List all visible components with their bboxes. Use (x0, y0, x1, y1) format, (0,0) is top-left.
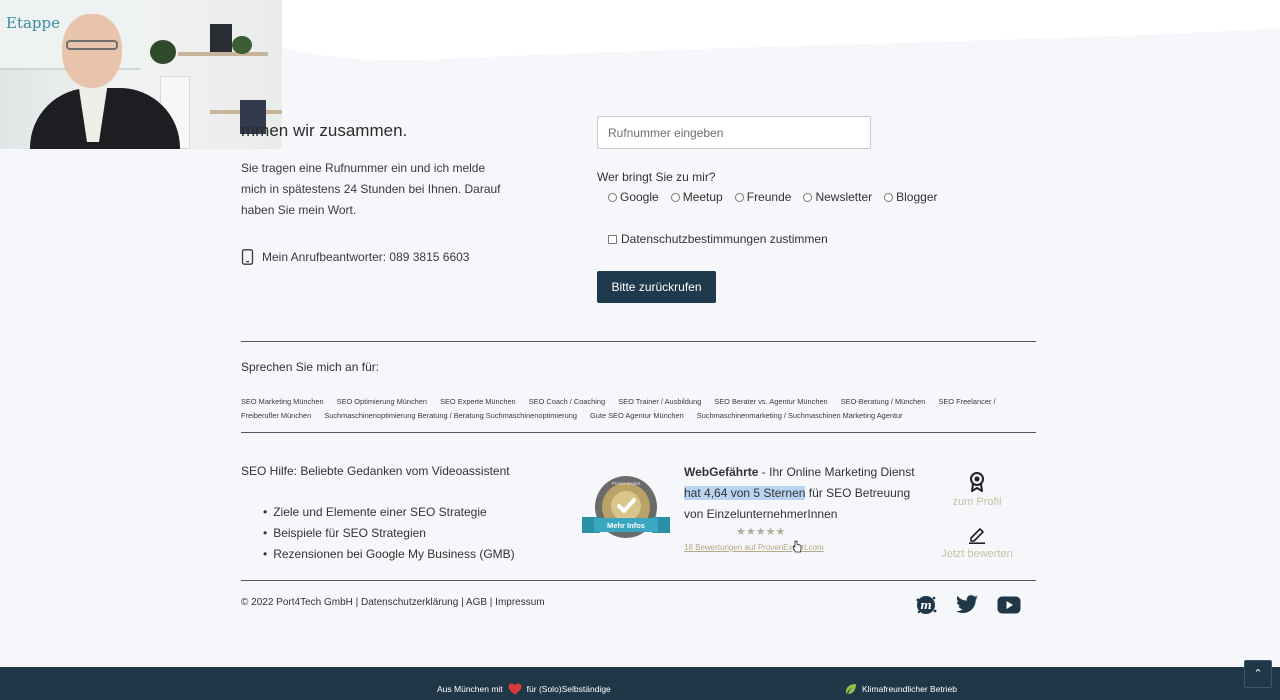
seo-help-link[interactable]: Beispiele für SEO Strategien (263, 523, 515, 544)
hand-cursor-icon (792, 540, 802, 553)
meetup-icon[interactable]: m (915, 594, 937, 616)
radio-newsletter[interactable]: Newsletter (803, 190, 872, 204)
privacy-consent[interactable]: Datenschutzbestimmungen zustimmen (608, 232, 828, 246)
section-divider (241, 341, 1036, 342)
rate-link[interactable]: Jetzt bewerten (934, 526, 1020, 560)
radio-blogger[interactable]: Blogger (884, 190, 938, 204)
contact-heading: mmen wir zusammen. (241, 121, 408, 140)
radio-button[interactable] (734, 192, 744, 202)
section-divider (241, 580, 1036, 581)
scroll-to-top-button[interactable]: ⌃ (1244, 660, 1272, 688)
services-heading: Sprechen Sie mich an für: (241, 360, 380, 374)
radio-google[interactable]: Google (608, 190, 659, 204)
service-tag-link[interactable]: SEO Marketing München (241, 397, 324, 406)
answering-machine-line: Mein Anrufbeantworter: 089 3815 6603 (241, 249, 469, 265)
social-links: m (915, 594, 1021, 616)
answering-machine-text: Mein Anrufbeantworter: 089 3815 6603 (262, 250, 470, 264)
rate-link-label: Jetzt bewerten (941, 548, 1013, 560)
service-tag-link[interactable]: SEO Experte München (440, 397, 516, 406)
reviews-link[interactable]: 18 Bewertungen auf ProvenExpert.com (684, 543, 824, 552)
review-summary: WebGefährte - Ihr Online Marketing Diens… (684, 465, 915, 521)
radio-button[interactable] (803, 192, 813, 202)
profile-link[interactable]: zum Profil (940, 472, 1014, 508)
rating-stars: ★★★★★ (736, 526, 786, 538)
rating-highlight: hat 4,64 von 5 Sternen (684, 486, 806, 500)
service-tag-link[interactable]: Gute SEO Agentur München (590, 411, 684, 420)
brand-name: WebGefährte (684, 465, 759, 479)
svg-text:m: m (920, 599, 932, 612)
heart-icon (508, 683, 522, 695)
service-tag-link[interactable]: Suchmaschinenoptimierung Beratung / Bera… (324, 411, 577, 420)
service-tag-link[interactable]: SEO Optimierung München (337, 397, 427, 406)
pencil-icon (969, 528, 985, 544)
radio-button[interactable] (884, 192, 894, 202)
smartphone-icon (241, 249, 254, 265)
section-divider (241, 432, 1036, 433)
service-tag-link[interactable]: SEO Coach / Coaching (529, 397, 605, 406)
privacy-checkbox[interactable] (608, 234, 617, 244)
radio-freunde[interactable]: Freunde (734, 190, 791, 204)
twitter-icon[interactable] (955, 595, 979, 615)
privacy-label: Datenschutzbestimmungen zustimmen (621, 232, 828, 246)
webcam-video-overlay[interactable]: Etappe (0, 0, 282, 149)
profile-link-label: zum Profil (952, 496, 1002, 508)
contact-description: Sie tragen eine Rufnummer ein und ich me… (241, 161, 501, 217)
footer-made-in-munich: Aus München mit für (Solo)Selbständige (437, 683, 611, 695)
service-tag-link[interactable]: SEO Trainer / Ausbildung (618, 397, 701, 406)
footer-bar (0, 667, 1280, 700)
badge-ring-text: Proven Expert (612, 481, 641, 486)
seo-help-list: Ziele und Elemente einer SEO Strategie B… (263, 502, 515, 565)
radio-meetup[interactable]: Meetup (670, 190, 723, 204)
youtube-icon[interactable] (997, 596, 1021, 614)
radio-button[interactable] (670, 192, 680, 202)
provenexpert-badge[interactable]: Mehr Infos Proven Expert (580, 475, 672, 539)
callback-submit-button[interactable]: Bitte zurückrufen (597, 271, 716, 303)
phone-number-input[interactable] (597, 116, 871, 149)
referral-source-radio-group: Google Meetup Freunde Newsletter Blogger (608, 190, 938, 204)
referral-source-label: Wer bringt Sie zu mir? (597, 170, 716, 184)
seo-help-link[interactable]: Ziele und Elemente einer SEO Strategie (263, 502, 515, 523)
service-tag-link[interactable]: SEO Berater vs. Agentur München (714, 397, 827, 406)
badge-label: Mehr Infos (607, 521, 645, 530)
footer-climate-friendly: Klimafreundlicher Betrieb (845, 683, 957, 695)
radio-button[interactable] (608, 192, 617, 202)
service-tag-link[interactable]: Suchmaschinenmarketing / Suchmaschinen M… (697, 411, 903, 420)
services-tag-list: SEO Marketing München SEO Optimierung Mü… (241, 395, 1021, 422)
award-icon (970, 472, 984, 492)
service-tag-link[interactable]: SEO-Beratung / München (841, 397, 926, 406)
leaf-icon (846, 684, 856, 694)
seo-help-heading: SEO Hilfe: Beliebte Gedanken vom Videoas… (241, 464, 510, 478)
seo-help-link[interactable]: Rezensionen bei Google My Business (GMB) (263, 544, 514, 565)
copyright-links[interactable]: © 2022 Port4Tech GmbH | Datenschutzerklä… (241, 597, 545, 608)
